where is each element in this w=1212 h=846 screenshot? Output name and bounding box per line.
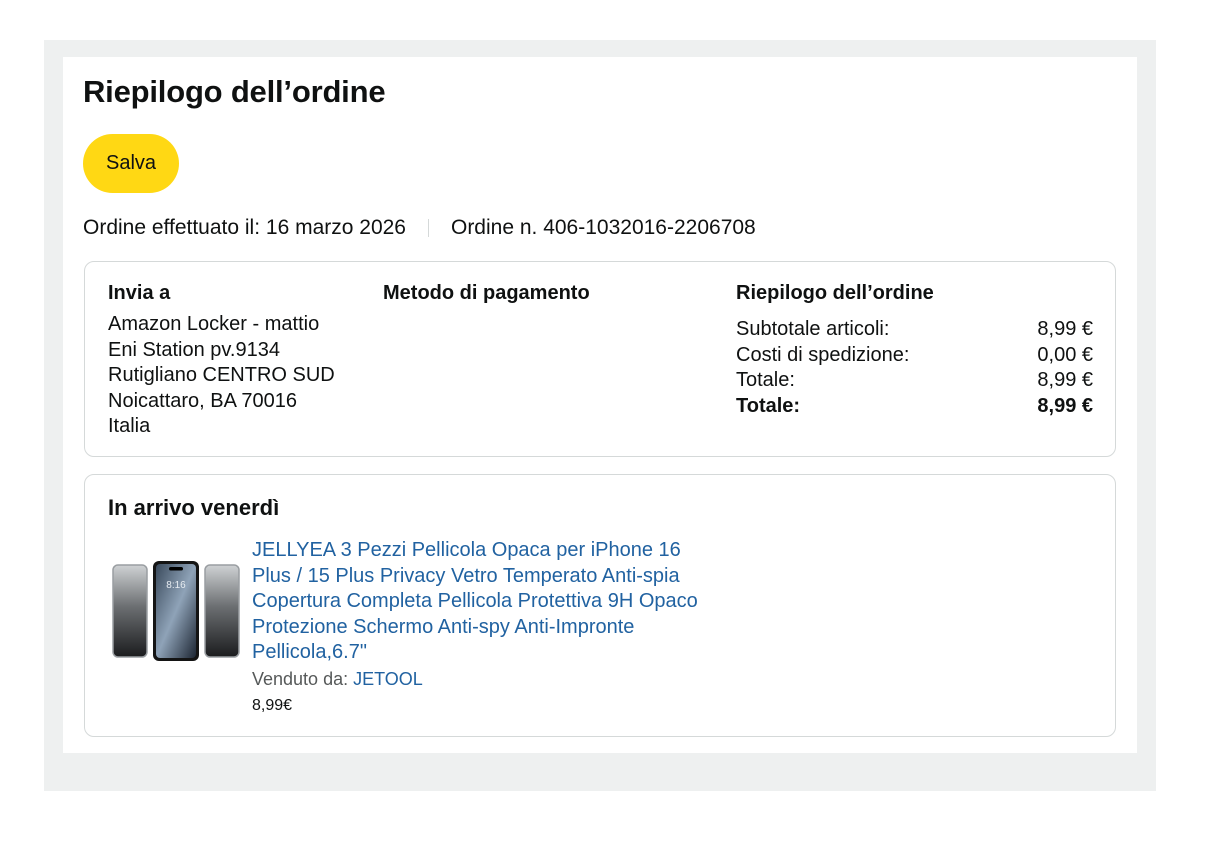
address-line: Noicattaro, BA 70016	[108, 389, 298, 412]
product-title-link[interactable]: JELLYEA 3 Pezzi Pellicola Opaca per iPho…	[252, 538, 722, 666]
lockscreen-time: 8:16	[166, 580, 186, 591]
product-price: 8,99€	[252, 697, 293, 714]
address-line: Eni Station pv.9134	[108, 338, 280, 361]
save-button[interactable]: Salva	[83, 134, 179, 193]
order-summary-rows: Subtotale articoli: 8,99 € Costi di sped…	[736, 317, 1093, 419]
payment-method-heading: Metodo di pagamento	[383, 282, 590, 304]
meta-divider	[427, 219, 429, 237]
summary-value: 8,99 €	[1037, 394, 1093, 417]
delivery-card: In arrivo venerdì 8:16 JELLYEA 3 Pezzi P…	[84, 474, 1116, 737]
ship-to-heading: Invia a	[108, 282, 171, 304]
summary-label: Costi di spedizione:	[736, 343, 910, 366]
phone-screen-protector-image[interactable]: 8:16	[111, 559, 241, 663]
sold-by-label: Venduto da:	[252, 669, 349, 689]
arrival-heading: In arrivo venerdì	[108, 495, 280, 520]
summary-row-grand-total: Totale: 8,99 €	[736, 394, 1093, 420]
address-line: Amazon Locker - mattio	[108, 313, 320, 335]
summary-value: 8,99 €	[1037, 318, 1093, 340]
seller-link[interactable]: JETOOL	[353, 669, 423, 689]
summary-row-shipping: Costi di spedizione: 0,00 €	[736, 343, 1093, 369]
summary-value: 8,99 €	[1037, 369, 1093, 391]
order-number: Ordine n. 406-1032016-2206708	[450, 216, 756, 239]
summary-row-total: Totale: 8,99 €	[736, 368, 1093, 394]
summary-value: 0,00 €	[1037, 343, 1093, 366]
order-summary-heading: Riepilogo dell’ordine	[736, 282, 934, 304]
address-line: Italia	[108, 415, 151, 437]
order-date: Ordine effettuato il: 16 marzo 2026	[83, 216, 406, 239]
summary-label: Totale:	[736, 369, 795, 391]
sold-by: Venduto da: JETOOL	[252, 669, 423, 690]
shipping-address: Amazon Locker - mattio Eni Station pv.91…	[108, 312, 335, 440]
order-meta: Ordine effettuato il: 16 marzo 2026 Ordi…	[83, 216, 756, 240]
address-line: Rutigliano CENTRO SUD	[108, 364, 335, 386]
summary-label: Totale:	[736, 394, 801, 417]
order-summary-card: Invia a Amazon Locker - mattio Eni Stati…	[84, 261, 1116, 457]
summary-label: Subtotale articoli:	[736, 318, 890, 340]
page-title: Riepilogo dell’ordine	[83, 74, 386, 109]
summary-row-subtotal: Subtotale articoli: 8,99 €	[736, 317, 1093, 343]
